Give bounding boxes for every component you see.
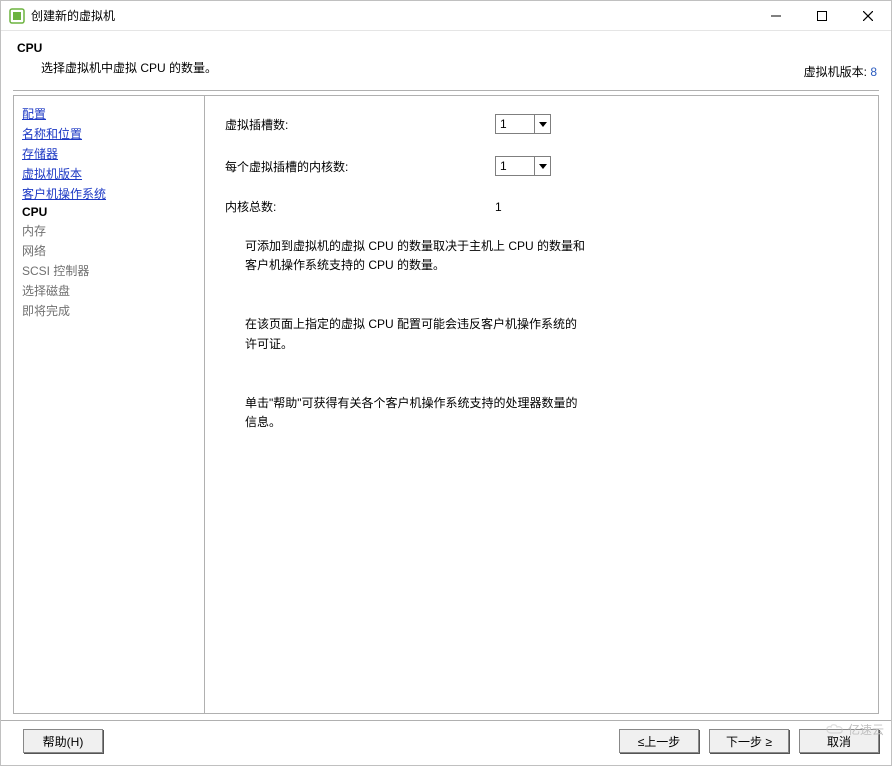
note-help: 单击"帮助"可获得有关各个客户机操作系统支持的处理器数量的信息。 [245,394,585,432]
minimize-button[interactable] [753,1,799,30]
row-sockets: 虚拟插槽数: 1 [225,114,858,134]
help-button[interactable]: 帮助(H) [23,729,103,753]
cancel-button[interactable]: 取消 [799,729,879,753]
select-cores-value: 1 [496,159,534,173]
wizard-content: 虚拟插槽数: 1 每个虚拟插槽的内核数: 1 内核总数: [205,95,879,714]
wizard-body: 配置 名称和位置 存储器 虚拟机版本 客户机操作系统 CPU 内存 网络 SCS… [1,91,891,720]
label-cores: 每个虚拟插槽的内核数: [225,158,495,175]
chevron-down-icon [539,122,547,127]
sidebar-item-vm-version[interactable]: 虚拟机版本 [22,165,204,182]
sidebar-item-ready: 即将完成 [22,302,204,319]
notes-block: 可添加到虚拟机的虚拟 CPU 的数量取决于主机上 CPU 的数量和客户机操作系统… [245,237,585,432]
sidebar-item-name-location[interactable]: 名称和位置 [22,125,204,142]
sidebar-item-guest-os[interactable]: 客户机操作系统 [22,185,204,202]
sidebar-item-storage[interactable]: 存储器 [22,145,204,162]
titlebar: 创建新的虚拟机 [1,1,891,31]
label-sockets: 虚拟插槽数: [225,116,495,133]
app-icon [9,8,25,24]
sidebar-item-cpu[interactable]: CPU [22,205,204,219]
page-title: CPU [17,41,875,55]
maximize-button[interactable] [799,1,845,30]
vm-wizard-window: 创建新的虚拟机 CPU 选择虚拟机中虚拟 CPU 的数量。 虚拟机版本: 8 配… [0,0,892,766]
select-cores-dropdown-button[interactable] [534,157,550,175]
vm-version-label: 虚拟机版本: 8 [804,63,877,80]
page-subtitle: 选择虚拟机中虚拟 CPU 的数量。 [41,59,875,76]
version-number: 8 [870,65,877,79]
sidebar-item-network: 网络 [22,242,204,259]
wizard-steps-sidebar: 配置 名称和位置 存储器 虚拟机版本 客户机操作系统 CPU 内存 网络 SCS… [13,95,205,714]
sidebar-item-memory: 内存 [22,222,204,239]
select-cores[interactable]: 1 [495,156,551,176]
window-title: 创建新的虚拟机 [31,7,753,24]
note-license: 在该页面上指定的虚拟 CPU 配置可能会违反客户机操作系统的许可证。 [245,315,585,353]
sidebar-item-disk: 选择磁盘 [22,282,204,299]
close-button[interactable] [845,1,891,30]
sidebar-item-config[interactable]: 配置 [22,105,204,122]
select-sockets[interactable]: 1 [495,114,551,134]
window-controls [753,1,891,30]
select-sockets-dropdown-button[interactable] [534,115,550,133]
select-sockets-value: 1 [496,117,534,131]
sidebar-item-scsi: SCSI 控制器 [22,262,204,279]
note-host-limit: 可添加到虚拟机的虚拟 CPU 的数量取决于主机上 CPU 的数量和客户机操作系统… [245,237,585,275]
chevron-down-icon [539,164,547,169]
back-button[interactable]: ≤上一步 [619,729,699,753]
row-cores: 每个虚拟插槽的内核数: 1 [225,156,858,176]
label-total-cores: 内核总数: [225,198,495,215]
wizard-footer: 帮助(H) ≤上一步 下一步 ≥ 取消 [1,720,891,765]
version-text: 虚拟机版本: [804,65,867,79]
next-button[interactable]: 下一步 ≥ [709,729,789,753]
wizard-header: CPU 选择虚拟机中虚拟 CPU 的数量。 虚拟机版本: 8 [1,31,891,90]
row-total-cores: 内核总数: 1 [225,198,858,215]
value-total-cores: 1 [495,200,502,214]
